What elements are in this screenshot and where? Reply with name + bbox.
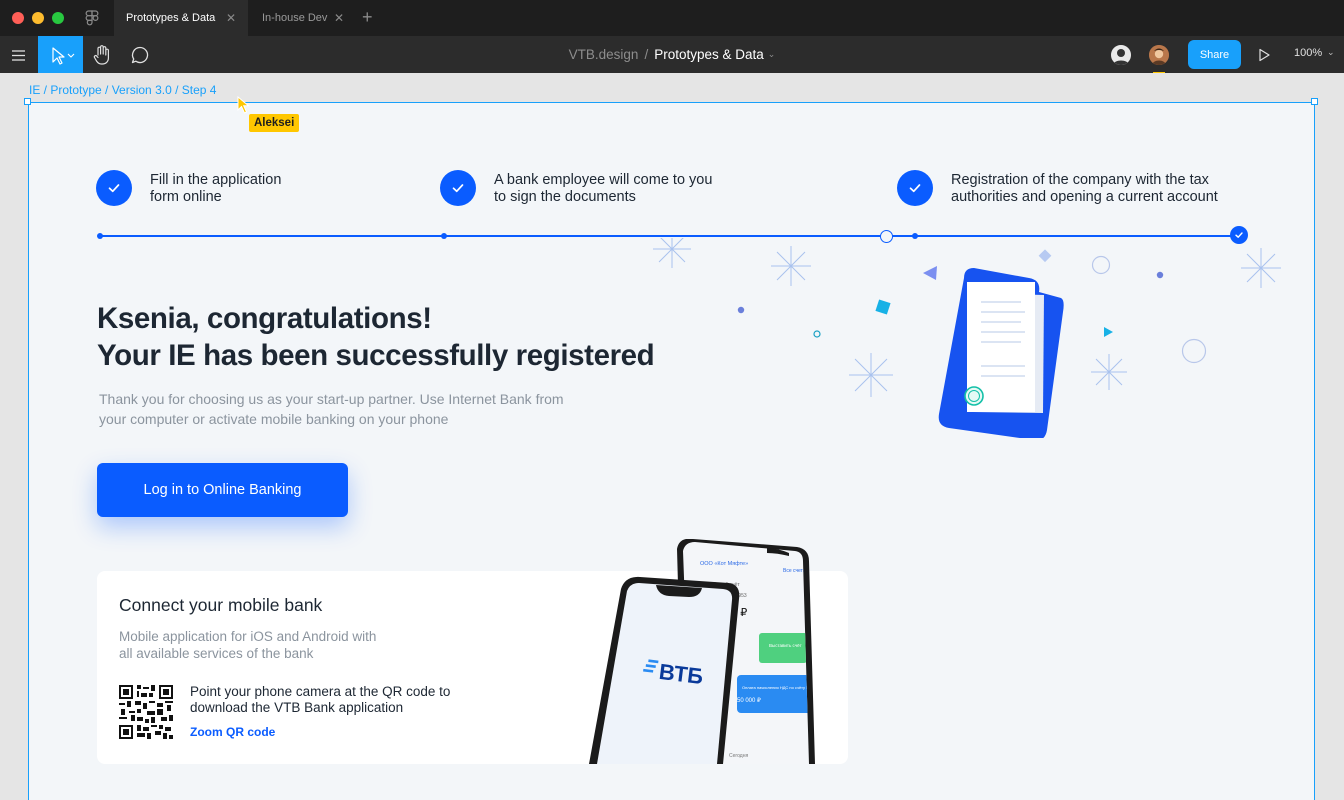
tab-label: Prototypes & Data xyxy=(126,12,216,24)
figma-toolbar: VTB.design / Prototypes & Data ⌄ xyxy=(0,36,1344,74)
selection-handle-top-right[interactable] xyxy=(1311,98,1318,105)
selection-handle-top-left[interactable] xyxy=(24,98,31,105)
figma-logo-icon[interactable] xyxy=(85,10,99,26)
phone-company: ООО «Кот Мяфте» xyxy=(700,561,748,567)
file-name[interactable]: Prototypes & Data xyxy=(654,47,764,62)
title-line-1: Ksenia, congratulations! xyxy=(97,302,432,335)
phones-mockup-illustration: ООО «Кот Мяфте» Все счета Расчётный счёт… xyxy=(589,539,815,764)
step-2-check-icon xyxy=(440,170,476,206)
card-title: Connect your mobile bank xyxy=(119,595,323,615)
close-window-button[interactable] xyxy=(12,12,24,24)
phone-today: Сегодня xyxy=(729,753,748,759)
tab-prototypes-data[interactable]: Prototypes & Data ✕ xyxy=(114,0,248,36)
zoom-level[interactable]: 100% xyxy=(1294,47,1322,59)
qr-instructions: Point your phone camera at the QR code t… xyxy=(190,684,490,716)
step-2-line-2: to sign the documents xyxy=(494,189,636,205)
play-icon[interactable] xyxy=(1256,47,1272,63)
step-3-line-2: authorities and opening a current accoun… xyxy=(951,189,1218,205)
maximize-window-button[interactable] xyxy=(52,12,64,24)
avatar[interactable] xyxy=(1147,43,1171,67)
card-description: Mobile application for iOS and Android w… xyxy=(119,628,419,662)
qr-code-icon xyxy=(119,685,173,739)
phone-payment-amount: 50 000 ₽ xyxy=(737,697,761,704)
step-1-line-1: Fill in the application xyxy=(150,172,282,188)
zoom-qr-code-link[interactable]: Zoom QR code xyxy=(190,725,275,739)
step-1-line-2: form online xyxy=(150,189,222,205)
minimize-window-button[interactable] xyxy=(32,12,44,24)
step-2-text: A bank employee will come to you to sign… xyxy=(494,172,712,206)
subtext-line-1: Thank you for choosing us as your start-… xyxy=(99,391,564,407)
subtext-line-2: your computer or activate mobile banking… xyxy=(99,411,449,427)
project-name[interactable]: VTB.design xyxy=(569,47,639,62)
close-icon[interactable]: ✕ xyxy=(226,11,236,25)
chevron-down-icon[interactable]: ⌄ xyxy=(768,49,776,60)
qr-text-line-2: download the VTB Bank application xyxy=(190,700,404,715)
login-online-banking-button[interactable]: Log in to Online Banking xyxy=(97,463,348,517)
phone-all-accounts: Все счета xyxy=(783,568,806,574)
add-tab-icon[interactable]: + xyxy=(362,6,373,28)
avatar[interactable] xyxy=(1109,43,1133,67)
hand-tool-icon[interactable] xyxy=(90,43,114,67)
frame-breadcrumb[interactable]: IE / Prototype / Version 3.0 / Step 4 xyxy=(29,83,216,97)
title-separator: / xyxy=(644,47,649,62)
menu-icon[interactable] xyxy=(8,45,28,65)
step-3-text: Registration of the company with the tax… xyxy=(951,172,1218,206)
user-avatar-icon xyxy=(1149,45,1169,65)
page-title: Ksenia, congratulations! Your IE has bee… xyxy=(97,300,655,374)
close-icon[interactable]: ✕ xyxy=(334,11,344,25)
step-3-line-1: Registration of the company with the tax xyxy=(951,172,1209,188)
card-desc-line-1: Mobile application for iOS and Android w… xyxy=(119,629,377,644)
step-1-text: Fill in the application form online xyxy=(150,172,281,206)
window-tab-bar: Prototypes & Data ✕ In-house Dev ✕ + xyxy=(0,0,1344,36)
progress-dot xyxy=(97,233,103,239)
move-tool-button[interactable] xyxy=(38,36,83,73)
chevron-down-icon[interactable]: ⌄ xyxy=(1327,47,1335,58)
tab-label: In-house Dev xyxy=(262,12,328,24)
title-line-2: Your IE has been successfully registered xyxy=(97,339,655,372)
selected-frame[interactable]: Fill in the application form online A ba… xyxy=(28,102,1315,800)
design-canvas[interactable]: IE / Prototype / Version 3.0 / Step 4 Fi… xyxy=(0,73,1344,800)
cursor-user-label: Aleksei xyxy=(249,114,300,132)
hero-subtext: Thank you for choosing us as your start-… xyxy=(99,389,599,429)
step-2-line-1: A bank employee will come to you xyxy=(494,172,713,188)
step-3-check-icon xyxy=(897,170,933,206)
card-desc-line-2: all available services of the bank xyxy=(119,646,314,661)
progress-line xyxy=(100,235,1240,237)
phone-invoice-button: Выставить счёт xyxy=(769,643,802,648)
qr-text-line-1: Point your phone camera at the QR code t… xyxy=(190,684,451,699)
multiplayer-cursor-icon xyxy=(237,96,250,114)
success-documents-illustration xyxy=(653,238,1281,438)
file-title: VTB.design / Prototypes & Data ⌄ xyxy=(0,36,1344,73)
comment-tool-icon[interactable] xyxy=(128,43,152,67)
mobile-bank-card: Connect your mobile bank Mobile applicat… xyxy=(97,539,848,764)
tab-in-house-dev[interactable]: In-house Dev ✕ xyxy=(250,0,356,36)
progress-dot xyxy=(441,233,447,239)
cursor-arrow-icon xyxy=(52,47,75,65)
share-button[interactable]: Share xyxy=(1188,40,1241,69)
user-avatar-icon xyxy=(1113,49,1129,65)
step-1-check-icon xyxy=(96,170,132,206)
